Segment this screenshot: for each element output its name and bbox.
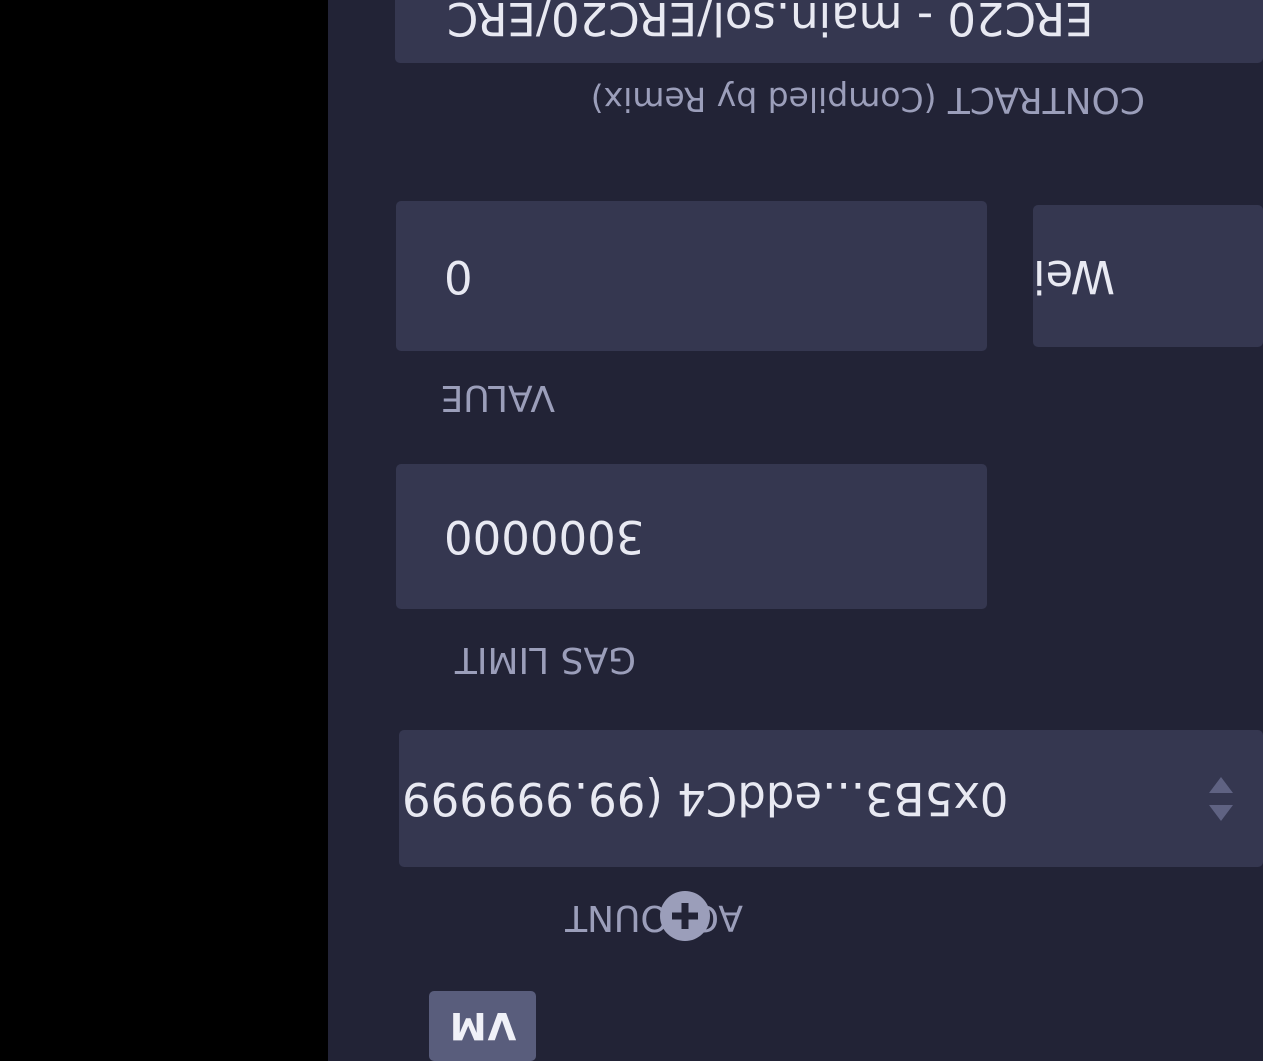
contract-label: CONTRACT (Compiled by Remix): [590, 79, 1145, 120]
environment-badge[interactable]: VM: [429, 991, 536, 1061]
account-select[interactable]: 0x5B3...eddC4 (99.999999: [399, 730, 1263, 867]
select-arrows-icon: [1209, 775, 1233, 823]
plus-circle-icon[interactable]: [660, 891, 710, 941]
value-unit-select[interactable]: Wei: [1033, 205, 1263, 347]
screen: VM ACCOUNT 0x5B3...eddC4 (99.999999 GAS …: [0, 0, 1263, 1061]
deploy-run-panel: VM ACCOUNT 0x5B3...eddC4 (99.999999 GAS …: [328, 0, 1263, 1061]
gas-limit-input[interactable]: 3000000: [396, 464, 987, 609]
value-label: VALUE: [440, 377, 555, 418]
value-amount: 0: [444, 250, 473, 303]
contract-sublabel: (Compiled by Remix): [590, 80, 937, 119]
account-label: ACCOUNT: [565, 897, 743, 938]
value-unit: Wei: [1033, 250, 1116, 303]
gas-limit-label: GAS LIMIT: [454, 639, 636, 680]
gas-limit-value: 3000000: [444, 510, 645, 563]
contract-select-value: ERC20 - main.sol/ERC20/ERC: [447, 0, 1094, 45]
contract-select[interactable]: ERC20 - main.sol/ERC20/ERC: [395, 0, 1263, 63]
account-select-value: 0x5B3...eddC4 (99.999999: [402, 772, 1009, 825]
contract-label-text: CONTRACT: [947, 79, 1145, 120]
value-amount-input[interactable]: 0: [396, 201, 987, 351]
